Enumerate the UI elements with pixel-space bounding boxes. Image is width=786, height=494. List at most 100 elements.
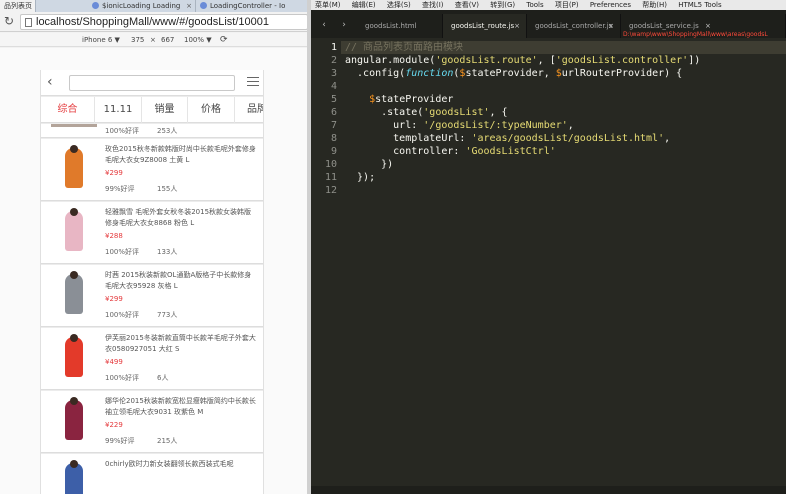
- product-thumbnail: [51, 207, 97, 253]
- browser-tab-label: 品列表页: [4, 2, 32, 10]
- list-item[interactable]: 玫色2015秋冬新款韩版时尚中长款毛呢外套修身毛呢大衣女9Z8008 土黄 L ¥…: [41, 139, 263, 201]
- browser-tab-label: LoadingController - Io: [210, 2, 286, 10]
- list-item[interactable]: 伊芙丽2015冬装新款直筒中长款羊毛呢子外套大衣0580927051 大红 S ¥…: [41, 328, 263, 390]
- favicon-icon: [200, 2, 207, 9]
- list-item[interactable]: 100%好评 253人: [41, 124, 263, 138]
- line-number: 5: [330, 94, 337, 105]
- sort-tab-brand[interactable]: 品牌: [235, 97, 263, 123]
- editor-tab-goodslist-controller[interactable]: goodsList_controller.js ×: [527, 14, 621, 38]
- browser-tab-label: $ionicLoading Loading: [102, 2, 181, 10]
- code-line[interactable]: .state('goodsList', {: [345, 106, 507, 119]
- editor-tab-label: goodsList.html: [365, 22, 417, 30]
- line-number: 9: [330, 146, 337, 157]
- product-title[interactable]: 0chirly欧时力新女装翻领长款西装式毛呢: [105, 459, 257, 481]
- address-bar: ↻ localhost/ShoppingMall/www/#/goodsList…: [0, 12, 311, 32]
- line-number: 10: [324, 159, 337, 170]
- menu-goto[interactable]: 转到(G): [490, 1, 515, 9]
- favicon-icon: [92, 2, 99, 9]
- menu-file[interactable]: 菜单(M): [315, 1, 341, 9]
- product-title[interactable]: 时茜 2015秋装新款OL通勤A版格子中长款修身毛呢大衣95928 灰格 L: [105, 270, 257, 292]
- browser-tab-goods-list[interactable]: 品列表页: [0, 0, 36, 12]
- close-icon[interactable]: ×: [186, 0, 192, 12]
- device-width-input[interactable]: 375: [131, 33, 144, 47]
- device-height-input[interactable]: 667: [161, 33, 174, 47]
- url-input[interactable]: localhost/ShoppingMall/www/#/goodsList/1…: [20, 14, 308, 30]
- menu-tools[interactable]: Tools: [526, 1, 543, 9]
- browser-tab-loading-controller[interactable]: LoadingController - Io: [196, 0, 311, 12]
- url-text: localhost/ShoppingMall/www/#/goodsList/1…: [36, 16, 269, 28]
- code-line[interactable]: url: '/goodsList/:typeNumber',: [345, 119, 574, 132]
- back-icon[interactable]: ‹: [47, 74, 53, 90]
- list-item[interactable]: 时茜 2015秋装新款OL通勤A版格子中长款修身毛呢大衣95928 灰格 L ¥2…: [41, 265, 263, 327]
- menu-html5-tools[interactable]: HTML5 Tools: [678, 1, 721, 9]
- sort-tab-comprehensive[interactable]: 综合: [41, 97, 95, 123]
- product-thumbnail: [51, 124, 97, 127]
- product-title[interactable]: 轻雅飘雪 毛呢外套女秋冬装2015秋款女装韩版修身毛呢大衣女8868 粉色 L: [105, 207, 257, 229]
- product-title[interactable]: 娜华伦2015秋装新款宽松显瘦韩版简约中长款长袖立领毛呢大衣9031 玫紫色 M: [105, 396, 257, 418]
- code-line[interactable]: $stateProvider: [345, 93, 453, 106]
- line-number: 3: [330, 68, 337, 79]
- product-price: ¥499: [105, 358, 123, 366]
- product-review-count: 133人: [157, 248, 178, 256]
- chevron-right-icon[interactable]: ›: [337, 18, 351, 32]
- product-title[interactable]: 玫色2015秋冬新款韩版时尚中长款毛呢外套修身毛呢大衣女9Z8008 土黄 L: [105, 144, 257, 166]
- rotate-icon[interactable]: ⟳: [220, 33, 228, 47]
- product-title[interactable]: 伊芙丽2015冬装新款直筒中长款羊毛呢子外套大衣0580927051 大红 S: [105, 333, 257, 355]
- code-line[interactable]: .config(function($stateProvider, $urlRou…: [345, 67, 682, 80]
- menu-view[interactable]: 查看(V): [455, 1, 479, 9]
- chevron-left-icon[interactable]: ‹: [317, 18, 331, 32]
- line-number: 8: [330, 133, 337, 144]
- code-line[interactable]: controller: 'GoodsListCtrl': [345, 145, 556, 158]
- list-item[interactable]: 0chirly欧时力新女装翻领长款西装式毛呢: [41, 454, 263, 494]
- line-number: 4: [330, 81, 337, 92]
- code-line[interactable]: templateUrl: 'areas/goodsList/goodsList.…: [345, 132, 670, 145]
- page-icon: [25, 18, 32, 27]
- sort-tab-1111[interactable]: 11.11: [95, 97, 142, 123]
- reload-icon[interactable]: ↻: [4, 14, 14, 28]
- code-line[interactable]: angular.module('goodsList.route', ['good…: [345, 54, 700, 67]
- menu-project[interactable]: 项目(P): [555, 1, 579, 9]
- editor-menubar: 菜单(M) 编辑(E) 选择(S) 查找(I) 查看(V) 转到(G) Tool…: [311, 0, 786, 10]
- product-figure: [65, 148, 83, 188]
- mobile-app: ‹ 综合 11.11 销量 价格 品牌 100%好评 253人: [40, 70, 264, 494]
- code-area[interactable]: 1 // 商品列表页面路由模块 2 angular.module('goodsList…: [311, 38, 786, 494]
- zoom-select[interactable]: 100% ▼: [184, 33, 212, 47]
- product-review-count: 6人: [157, 374, 169, 382]
- editor-tab-goodslist-route[interactable]: goodsList_route.js ×: [443, 14, 527, 38]
- browser-tab-ionic-loading[interactable]: $ionicLoading Loading ×: [88, 0, 196, 12]
- menu-preferences[interactable]: Preferences: [590, 1, 631, 9]
- code-line[interactable]: }): [345, 158, 393, 171]
- list-item[interactable]: 轻雅飘雪 毛呢外套女秋冬装2015秋款女装韩版修身毛呢大衣女8868 粉色 L ¥…: [41, 202, 263, 264]
- menu-selection[interactable]: 选择(S): [387, 1, 411, 9]
- menu-find[interactable]: 查找(I): [422, 1, 444, 9]
- sort-tab-sales[interactable]: 销量: [142, 97, 188, 123]
- screen: 品列表页 $ionicLoading Loading × LoadingCont…: [0, 0, 786, 494]
- product-price: ¥288: [105, 232, 123, 240]
- close-icon[interactable]: ×: [608, 14, 614, 38]
- search-input[interactable]: [69, 75, 235, 91]
- line-number: 2: [330, 55, 337, 66]
- sort-tab-price[interactable]: 价格: [188, 97, 235, 123]
- product-rating: 100%好评: [105, 248, 140, 256]
- list-menu-icon[interactable]: [247, 77, 259, 89]
- device-toolbar: iPhone 6 ▼ 375 × 667 100% ▼ ⟳: [0, 33, 311, 47]
- product-rating: 100%好评: [105, 374, 140, 382]
- code-line[interactable]: });: [345, 171, 375, 184]
- product-figure-head: [70, 271, 78, 279]
- product-figure: [65, 274, 83, 314]
- page-viewport: ‹ 综合 11.11 销量 价格 品牌 100%好评 253人: [0, 48, 311, 494]
- line-number: 7: [330, 120, 337, 131]
- editor-statusbar: [311, 486, 786, 494]
- menu-help[interactable]: 帮助(H): [642, 1, 667, 9]
- code-line[interactable]: // 商品列表页面路由模块: [345, 41, 463, 54]
- editor-tab-goodslist-html[interactable]: goodsList.html: [357, 14, 443, 38]
- editor-tab-label: goodsList_route.js: [451, 22, 515, 30]
- product-rating: 99%好评: [105, 437, 135, 445]
- menu-edit[interactable]: 编辑(E): [352, 1, 376, 9]
- list-item[interactable]: 娜华伦2015秋装新款宽松显瘦韩版简约中长款长袖立领毛呢大衣9031 玫紫色 M…: [41, 391, 263, 453]
- product-price: ¥229: [105, 421, 123, 429]
- product-review-count: 215人: [157, 437, 178, 445]
- product-rating: 100%好评: [105, 127, 140, 135]
- close-icon[interactable]: ×: [514, 14, 520, 38]
- device-select[interactable]: iPhone 6 ▼: [82, 33, 120, 47]
